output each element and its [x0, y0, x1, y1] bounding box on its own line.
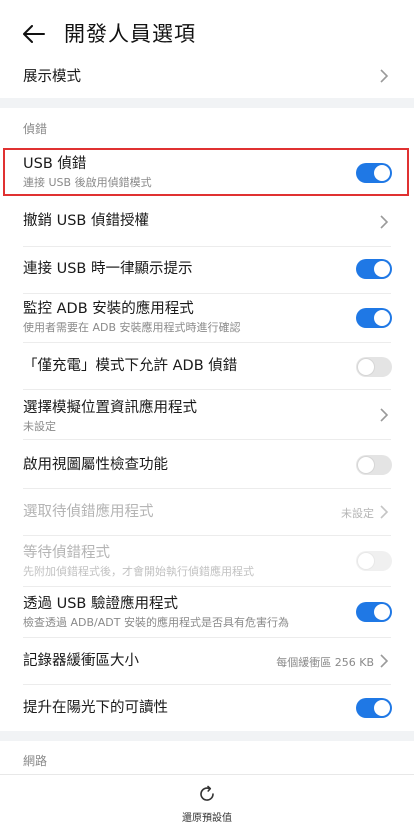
- restore-defaults-button[interactable]: 還原預設值: [0, 784, 414, 824]
- logger-buffer-value: 每個緩衝區 256 KB: [276, 656, 374, 669]
- sunlight-row[interactable]: 提升在陽光下的可讀性: [0, 685, 414, 731]
- wait-debugger-desc: 先附加偵錯程式後，才會開始執行偵錯應用程式: [23, 565, 254, 578]
- chevron-right-icon: [380, 505, 389, 519]
- display-mode-row[interactable]: 展示模式: [0, 66, 414, 98]
- chevron-right-icon: [380, 408, 389, 422]
- verify-usb-row[interactable]: 透過 USB 驗證應用程式 檢查透過 ADB/ADT 安裝的應用程式是否具有危害…: [0, 587, 414, 637]
- mock-location-desc: 未設定: [23, 420, 56, 433]
- revoke-usb-row[interactable]: 撤銷 USB 偵錯授權: [0, 200, 414, 246]
- display-mode-label: 展示模式: [23, 69, 81, 85]
- back-button[interactable]: [18, 20, 50, 48]
- section-separator: [0, 98, 414, 108]
- debug-section-label: 偵錯: [23, 122, 48, 136]
- revoke-usb-label: 撤銷 USB 偵錯授權: [23, 213, 149, 229]
- restore-defaults-label: 還原預設值: [182, 813, 232, 824]
- mock-location-label: 選擇模擬位置資訊應用程式: [23, 400, 197, 416]
- view-attr-row[interactable]: 啟用視圖屬性檢查功能: [0, 440, 414, 488]
- monitor-adb-toggle[interactable]: [356, 308, 392, 328]
- view-attr-toggle[interactable]: [356, 455, 392, 475]
- chevron-right-icon: [380, 215, 389, 229]
- wait-debugger-toggle: [356, 551, 392, 571]
- monitor-adb-row[interactable]: 監控 ADB 安裝的應用程式 使用者需要在 ADB 安裝應用程式時進行確認: [0, 294, 414, 342]
- wait-debugger-row: 等待偵錯程式 先附加偵錯程式後，才會開始執行偵錯應用程式: [0, 536, 414, 586]
- back-arrow-icon: [23, 25, 45, 43]
- chevron-right-icon: [380, 654, 389, 668]
- verify-usb-desc: 檢查透過 ADB/ADT 安裝的應用程式是否具有危害行為: [23, 616, 289, 629]
- verify-usb-toggle[interactable]: [356, 602, 392, 622]
- network-section-label: 網路: [23, 754, 48, 768]
- charge-only-adb-row[interactable]: 「僅充電」模式下允許 ADB 偵錯: [0, 343, 414, 389]
- charge-only-adb-toggle[interactable]: [356, 357, 392, 377]
- bottom-bar: 還原預設值: [0, 774, 414, 832]
- app-header: 開發人員選項: [0, 0, 414, 66]
- debug-app-value: 未設定: [341, 507, 374, 520]
- debug-app-row: 選取待偵錯應用程式 未設定: [0, 489, 414, 535]
- logger-buffer-row[interactable]: 記錄器緩衝區大小 每個緩衝區 256 KB: [0, 638, 414, 684]
- section-separator: [0, 731, 414, 741]
- usb-notify-row[interactable]: 連接 USB 時一律顯示提示: [0, 247, 414, 293]
- highlight-box: [3, 148, 409, 196]
- sunlight-toggle[interactable]: [356, 698, 392, 718]
- mock-location-row[interactable]: 選擇模擬位置資訊應用程式 未設定: [0, 390, 414, 438]
- refresh-icon: [200, 785, 214, 801]
- monitor-adb-desc: 使用者需要在 ADB 安裝應用程式時進行確認: [23, 321, 241, 334]
- chevron-right-icon: [380, 69, 389, 83]
- page-title: 開發人員選項: [64, 22, 196, 46]
- usb-notify-toggle[interactable]: [356, 259, 392, 279]
